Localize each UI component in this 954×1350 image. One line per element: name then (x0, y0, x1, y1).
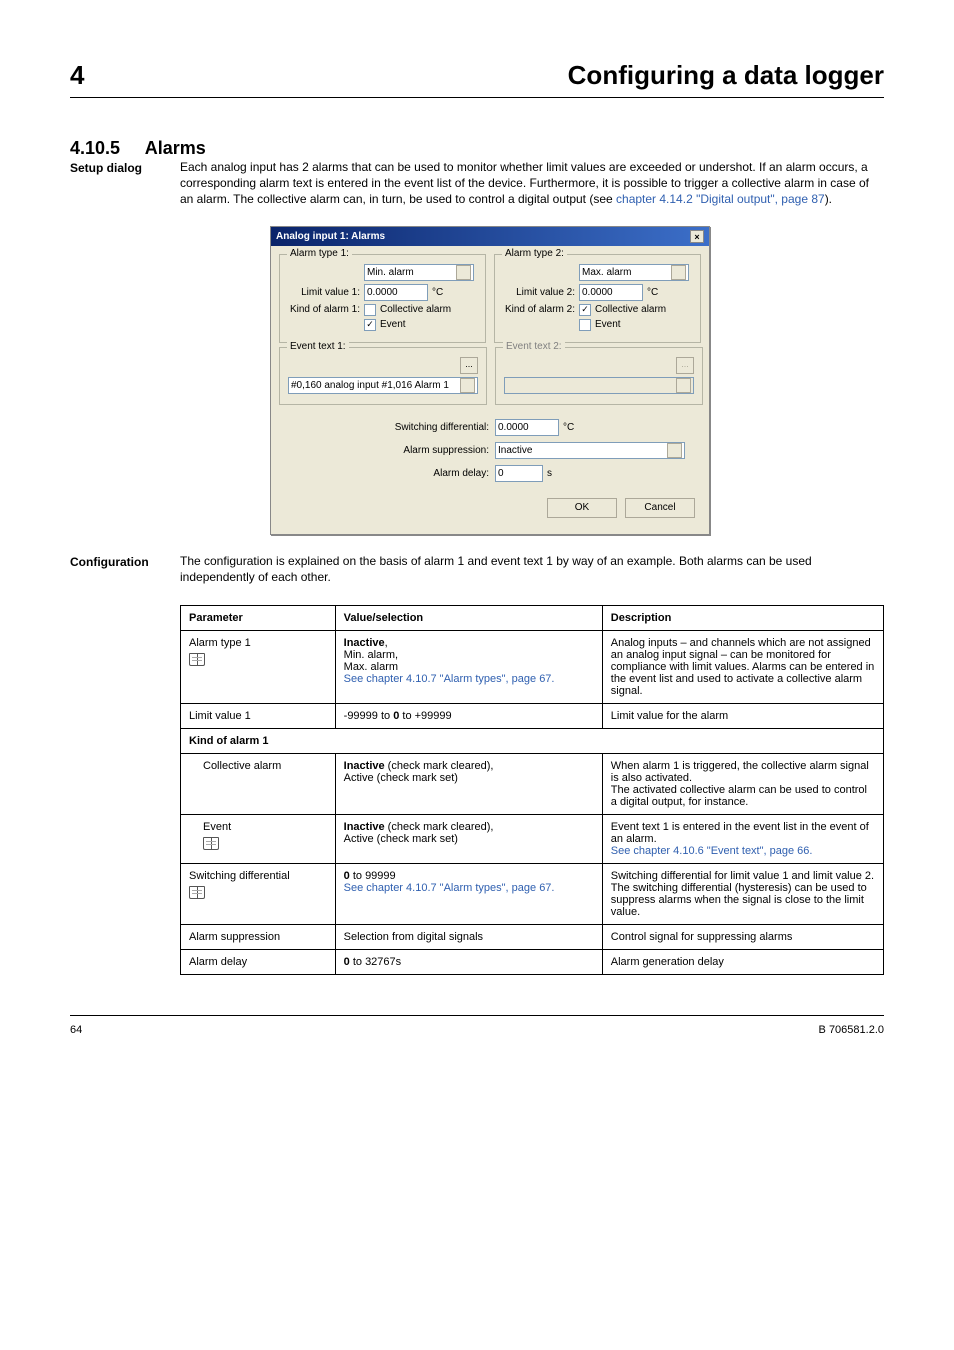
value-collective: Inactive (check mark cleared),Active (ch… (335, 753, 602, 814)
col-value: Value/selection (335, 605, 602, 630)
desc-limit-1: Limit value for the alarm (602, 703, 883, 728)
alarm1-type-select[interactable]: Min. alarm (364, 264, 474, 281)
param-alarm-type-1: Alarm type 1 (189, 637, 327, 649)
value-delay: 0 to 32767s (335, 949, 602, 974)
section-number: 4 (70, 60, 84, 91)
event1-label: Event (380, 319, 406, 330)
col-description: Description (602, 605, 883, 630)
table-row: Alarm type 1 Inactive,Min. alarm,Max. al… (181, 630, 884, 703)
table-row: Collective alarm Inactive (check mark cl… (181, 753, 884, 814)
value-event: Inactive (check mark cleared),Active (ch… (335, 814, 602, 863)
setup-dialog-label: Setup dialog (70, 161, 180, 175)
configuration-intro: The configuration is explained on the ba… (180, 553, 884, 585)
ref-alarm-types-2[interactable]: See chapter 4.10.7 "Alarm types", page 6… (344, 882, 555, 894)
dialog-title: Analog input 1: Alarms (276, 231, 385, 242)
event1-checkbox[interactable]: ✓ (364, 319, 376, 331)
table-row: Alarm suppression Selection from digital… (181, 924, 884, 949)
intro-text: Each analog input has 2 alarms that can … (180, 159, 884, 208)
desc-delay: Alarm generation delay (602, 949, 883, 974)
delay-label: Alarm delay: (279, 468, 489, 479)
limit2-input[interactable]: 0.0000 (579, 284, 643, 301)
alarm-type-1-group: Alarm type 1: Min. alarm Limit value 1: … (279, 254, 486, 343)
alarm2-type-select[interactable]: Max. alarm (579, 264, 689, 281)
suppression-select[interactable]: Inactive (495, 442, 685, 459)
subsection-number: 4.10.5 (70, 138, 120, 158)
close-icon[interactable]: × (690, 230, 704, 243)
kind2-label: Kind of alarm 2: (503, 304, 575, 315)
event-text-2-group: Event text 2: ... (495, 347, 703, 405)
limit1-unit: °C (432, 287, 443, 298)
param-delay: Alarm delay (181, 949, 336, 974)
suppression-label: Alarm suppression: (279, 445, 489, 456)
param-switch-diff: Switching differential (189, 870, 327, 882)
limit1-input[interactable]: 0.0000 (364, 284, 428, 301)
ref-digital-output[interactable]: chapter 4.14.2 "Digital output", page 87 (616, 192, 825, 206)
kind1-label: Kind of alarm 1: (288, 304, 360, 315)
eventtext2-ellipsis-button: ... (676, 357, 694, 374)
event-text-1-group: Event text 1: ... #0,160 analog input #1… (279, 347, 487, 405)
alarm-type-2-group: Alarm type 2: Max. alarm Limit value 2: … (494, 254, 701, 343)
collective1-label: Collective alarm (380, 304, 451, 315)
subhead-kind-of-alarm-1: Kind of alarm 1 (181, 728, 884, 753)
page-number: 64 (70, 1024, 82, 1036)
param-suppression: Alarm suppression (181, 924, 336, 949)
eventtext1-select[interactable]: #0,160 analog input #1,016 Alarm 1 (288, 377, 478, 394)
desc-event: Event text 1 is entered in the event lis… (602, 814, 883, 863)
desc-collective: When alarm 1 is triggered, the collectiv… (602, 753, 883, 814)
desc-suppression: Control signal for suppressing alarms (602, 924, 883, 949)
value-switch-diff: 0 to 99999See chapter 4.10.7 "Alarm type… (335, 863, 602, 924)
param-limit-1: Limit value 1 (181, 703, 336, 728)
configuration-label: Configuration (70, 555, 180, 569)
delay-input[interactable]: 0 (495, 465, 543, 482)
desc-switch-diff: Switching differential for limit value 1… (602, 863, 883, 924)
doc-id: B 706581.2.0 (819, 1024, 884, 1036)
eventtext1-legend: Event text 1: (287, 341, 349, 352)
event2-checkbox[interactable] (579, 319, 591, 331)
collective1-checkbox[interactable] (364, 304, 376, 316)
value-alarm-type-1: Inactive,Min. alarm,Max. alarm See chapt… (335, 630, 602, 703)
delay-unit: s (547, 468, 552, 479)
table-subhead-row: Kind of alarm 1 (181, 728, 884, 753)
table-row: Limit value 1 -99999 to 0 to +99999 Limi… (181, 703, 884, 728)
limit2-label: Limit value 2: (503, 287, 575, 298)
switch-diff-input[interactable]: 0.0000 (495, 419, 559, 436)
book-icon (189, 886, 205, 899)
eventtext1-ellipsis-button[interactable]: ... (460, 357, 478, 374)
param-collective: Collective alarm (181, 753, 336, 814)
limit1-label: Limit value 1: (288, 287, 360, 298)
alarm2-legend: Alarm type 2: (502, 248, 567, 259)
col-parameter: Parameter (181, 605, 336, 630)
book-icon (189, 653, 205, 666)
cancel-button[interactable]: Cancel (625, 498, 695, 518)
alarm1-legend: Alarm type 1: (287, 248, 352, 259)
value-limit-1: -99999 to 0 to +99999 (335, 703, 602, 728)
limit2-unit: °C (647, 287, 658, 298)
table-row: Switching differential 0 to 99999See cha… (181, 863, 884, 924)
switch-diff-unit: °C (563, 422, 574, 433)
ok-button[interactable]: OK (547, 498, 617, 518)
ref-alarm-types-1[interactable]: See chapter 4.10.7 "Alarm types", page 6… (344, 673, 555, 685)
book-icon (203, 837, 219, 850)
section-title: Configuring a data logger (568, 60, 884, 91)
event2-label: Event (595, 319, 621, 330)
value-suppression: Selection from digital signals (335, 924, 602, 949)
collective2-checkbox[interactable]: ✓ (579, 304, 591, 316)
subsection-title: Alarms (145, 138, 206, 158)
switch-diff-label: Switching differential: (279, 422, 489, 433)
table-row: Alarm delay 0 to 32767s Alarm generation… (181, 949, 884, 974)
param-event: Event (203, 821, 327, 833)
eventtext2-legend: Event text 2: (503, 341, 565, 352)
config-table: Parameter Value/selection Description Al… (180, 605, 884, 975)
desc-alarm-type-1: Analog inputs – and channels which are n… (602, 630, 883, 703)
table-row: Event Inactive (check mark cleared),Acti… (181, 814, 884, 863)
collective2-label: Collective alarm (595, 304, 666, 315)
alarms-dialog: Analog input 1: Alarms × Alarm type 1: M… (270, 226, 710, 535)
ref-event-text[interactable]: See chapter 4.10.6 "Event text", page 66… (611, 845, 813, 857)
eventtext2-select (504, 377, 694, 394)
